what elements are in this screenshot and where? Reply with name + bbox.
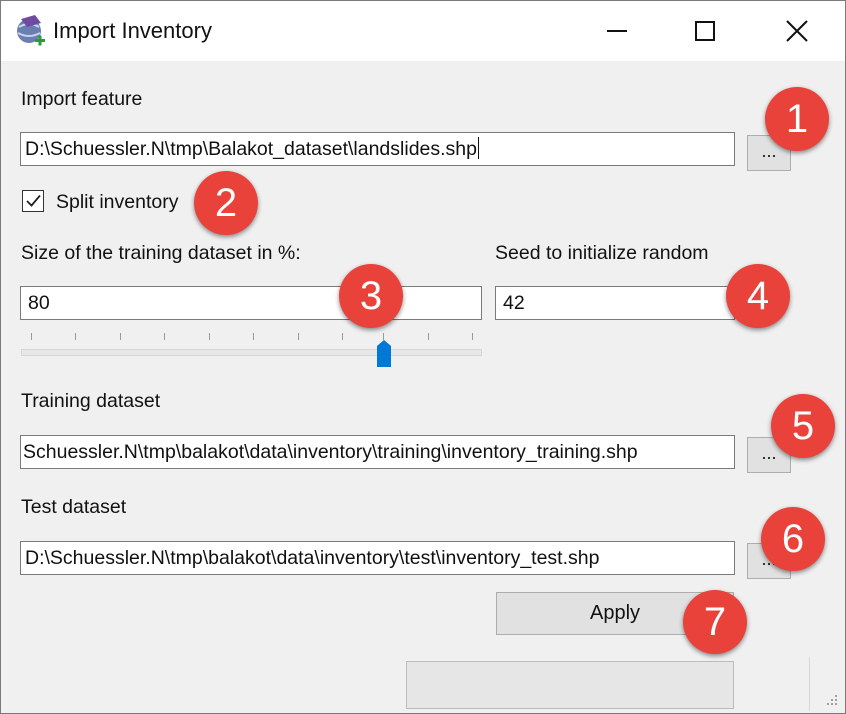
close-button[interactable]	[753, 1, 841, 61]
annotation-badge-7: 7	[683, 590, 747, 654]
status-divider	[809, 657, 810, 711]
slider-tick	[120, 333, 121, 340]
text-cursor	[478, 137, 479, 159]
minimize-button[interactable]	[573, 1, 661, 61]
split-inventory-checkbox[interactable]	[22, 190, 44, 212]
progress-bar	[406, 661, 734, 709]
training-dataset-label: Training dataset	[21, 390, 161, 412]
slider-tick	[383, 333, 384, 340]
slider-tick	[164, 333, 165, 340]
resize-grip-icon[interactable]	[823, 691, 841, 709]
slider-tick	[428, 333, 429, 340]
minimize-icon	[607, 30, 627, 32]
annotation-badge-3: 3	[339, 264, 403, 328]
import-feature-path: D:\Schuessler.N\tmp\Balakot_dataset\land…	[25, 138, 477, 160]
slider-tick	[342, 333, 343, 340]
annotation-badge-1: 1	[765, 87, 829, 151]
slider-handle[interactable]	[376, 340, 392, 368]
training-dataset-input[interactable]: Schuessler.N\tmp\balakot\data\inventory\…	[20, 435, 735, 469]
title-bar[interactable]: Import Inventory	[1, 1, 845, 61]
app-icon	[17, 15, 45, 46]
slider-tick	[253, 333, 254, 340]
window-title: Import Inventory	[53, 18, 212, 43]
slider-tick	[472, 333, 473, 340]
import-feature-input[interactable]: D:\Schuessler.N\tmp\Balakot_dataset\land…	[20, 132, 735, 166]
slider-tick	[298, 333, 299, 340]
seed-label: Seed to initialize random	[495, 242, 709, 264]
test-dataset-input[interactable]: D:\Schuessler.N\tmp\balakot\data\invento…	[20, 541, 735, 575]
maximize-button[interactable]	[661, 1, 749, 61]
annotation-badge-6: 6	[761, 507, 825, 571]
maximize-icon	[695, 21, 715, 41]
training-size-input[interactable]: 80	[20, 286, 482, 320]
annotation-badge-4: 4	[726, 264, 790, 328]
slider-groove	[21, 349, 482, 356]
import-feature-label: Import feature	[21, 88, 143, 110]
training-size-label: Size of the training dataset in %:	[21, 242, 301, 264]
annotation-badge-2: 2	[194, 171, 258, 235]
test-dataset-label: Test dataset	[21, 496, 127, 518]
checkmark-icon	[26, 194, 41, 207]
seed-input[interactable]: 42	[495, 286, 735, 320]
slider-tick	[209, 333, 210, 340]
slider-tick	[31, 333, 32, 340]
split-inventory-label[interactable]: Split inventory	[56, 191, 178, 214]
close-icon	[786, 20, 808, 42]
annotation-badge-5: 5	[771, 394, 835, 458]
slider-tick	[75, 333, 76, 340]
import-inventory-window: Import Inventory Import feature D:\Schue…	[0, 0, 846, 714]
